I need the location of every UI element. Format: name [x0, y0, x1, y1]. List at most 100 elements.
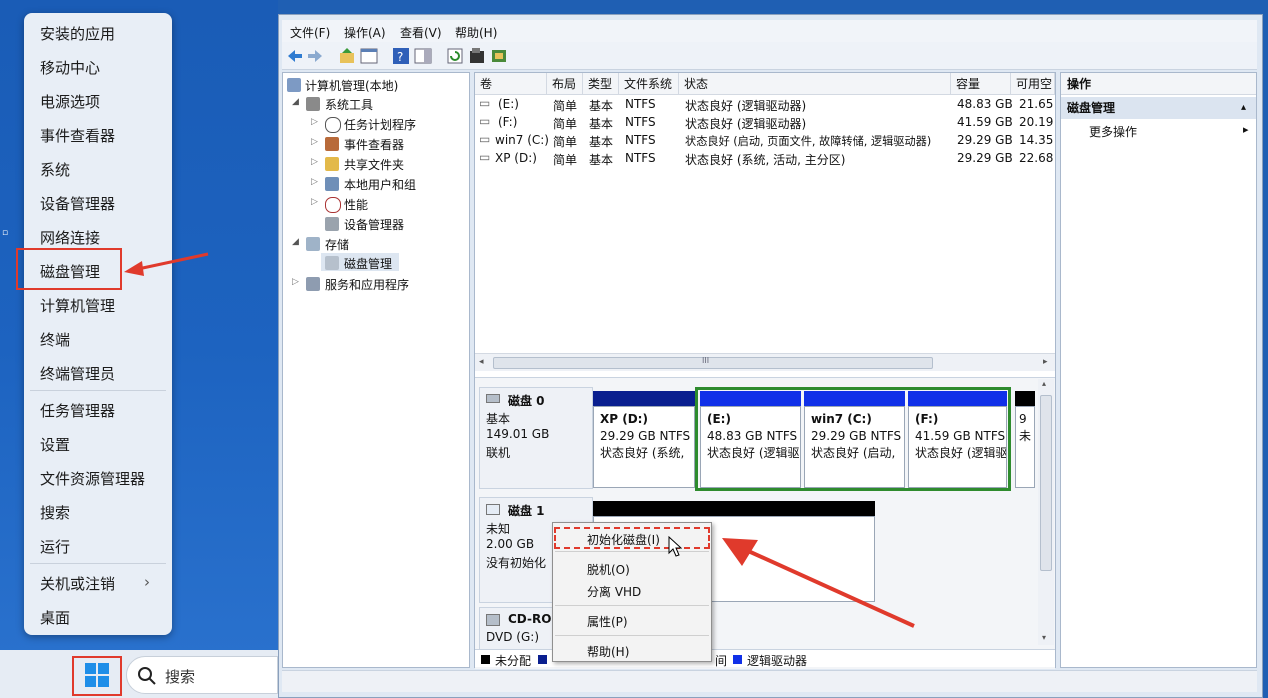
context-item-help[interactable]: 帮助(H)	[587, 643, 629, 660]
logical-partition-bar	[908, 391, 1007, 406]
cell-layout: 简单	[553, 153, 578, 167]
action-more-actions[interactable]: 更多操作	[1089, 123, 1137, 140]
tree-node-disk-management[interactable]: 磁盘管理	[344, 255, 392, 272]
scroll-right-icon[interactable]: ▸	[1043, 357, 1048, 367]
tree-node-device-manager[interactable]: 设备管理器	[344, 216, 404, 233]
disk0-info[interactable]: 磁盘 0 基本 149.01 GB 联机	[479, 387, 593, 489]
start-button[interactable]	[72, 656, 122, 696]
menu-item-run[interactable]: 运行	[40, 536, 70, 557]
column-header-layout[interactable]: 布局	[547, 73, 583, 95]
back-arrow-icon[interactable]	[286, 47, 304, 65]
collapse-arrow-icon[interactable]: ▷	[311, 137, 318, 147]
disk0-size: 149.01 GB	[486, 427, 550, 441]
collapse-arrow-icon[interactable]: ▷	[311, 117, 318, 127]
column-header-volume[interactable]: 卷	[475, 73, 547, 95]
actions-section-disk-management[interactable]: 磁盘管理 ▴	[1061, 97, 1256, 119]
context-item-offline[interactable]: 脱机(O)	[587, 561, 630, 578]
menu-help[interactable]: 帮助(H)	[455, 24, 497, 41]
menu-view[interactable]: 查看(V)	[400, 24, 442, 41]
partition-truncated[interactable]: 9 未	[1015, 406, 1035, 488]
context-item-properties[interactable]: 属性(P)	[587, 613, 628, 630]
disk1-size: 2.00 GB	[486, 537, 535, 551]
column-header-filesystem[interactable]: 文件系统	[619, 73, 679, 95]
tree-node-event-viewer[interactable]: 事件查看器	[344, 136, 404, 153]
expand-arrow-icon[interactable]: ◢	[292, 97, 299, 107]
menu-file[interactable]: 文件(F)	[290, 24, 330, 41]
tree-node-services-apps[interactable]: 服务和应用程序	[325, 276, 409, 293]
cell-status: 状态良好 (启动, 页面文件, 故障转储, 逻辑驱动器)	[685, 135, 932, 148]
expand-arrow-icon[interactable]: ◢	[292, 237, 299, 247]
navigation-tree: 计算机管理(本地) ◢ 系统工具 ▷ 任务计划程序 ▷ 事件查看器 ▷ 共享文件…	[282, 72, 470, 668]
partition-status: 状态良好 (逻辑驱	[915, 446, 1007, 460]
collapse-arrow-icon[interactable]: ▷	[292, 277, 299, 287]
menu-item-device-manager[interactable]: 设备管理器	[40, 193, 115, 214]
partition-e[interactable]: (E:) 48.83 GB NTFS 状态良好 (逻辑驱	[700, 406, 801, 488]
menu-item-terminal-admin[interactable]: 终端管理员	[40, 363, 115, 384]
clock-icon	[325, 117, 341, 133]
horizontal-scrollbar[interactable]: ◂ III ▸	[475, 353, 1055, 371]
taskbar-search-box[interactable]: 搜索	[126, 656, 278, 694]
menu-item-installed-apps[interactable]: 安装的应用	[40, 23, 115, 44]
up-folder-icon[interactable]	[338, 47, 356, 65]
partition-size: 41.59 GB NTFS	[915, 429, 1006, 443]
tree-node-local-users[interactable]: 本地用户和组	[344, 176, 416, 193]
disk-settings-icon[interactable]	[490, 47, 508, 65]
menu-item-file-explorer[interactable]: 文件资源管理器	[40, 468, 145, 489]
collapse-arrow-icon[interactable]: ▷	[311, 157, 318, 167]
mouse-cursor-icon	[668, 536, 682, 557]
menu-item-computer-management[interactable]: 计算机管理	[40, 295, 115, 316]
tree-node-performance[interactable]: 性能	[344, 196, 368, 213]
menu-item-event-viewer[interactable]: 事件查看器	[40, 125, 115, 146]
scroll-up-icon[interactable]: ▴	[1042, 379, 1046, 388]
menu-item-mobility-center[interactable]: 移动中心	[40, 57, 100, 78]
cell-free: 14.35	[1019, 133, 1054, 147]
partition-size: 29.29 GB NTFS	[811, 429, 902, 443]
cell-capacity: 48.83 GB	[957, 97, 1013, 111]
menu-item-desktop[interactable]: 桌面	[40, 607, 70, 628]
partition-status: 未	[1019, 429, 1032, 443]
menu-item-settings[interactable]: 设置	[40, 434, 70, 455]
vertical-scrollbar[interactable]: ▴ ▾	[1038, 379, 1054, 645]
column-header-status[interactable]: 状态	[679, 73, 951, 95]
scrollbar-thumb[interactable]: III	[493, 356, 933, 369]
column-header-capacity[interactable]: 容量	[951, 73, 1011, 95]
search-placeholder: 搜索	[165, 668, 196, 686]
tree-node-task-scheduler[interactable]: 任务计划程序	[344, 116, 416, 133]
partition-title: win7 (C:)	[811, 412, 872, 426]
disk0-status: 联机	[486, 446, 511, 460]
scroll-down-icon[interactable]: ▾	[1042, 633, 1046, 642]
partition-win7-c[interactable]: win7 (C:) 29.29 GB NTFS 状态良好 (启动,	[804, 406, 905, 488]
menu-action[interactable]: 操作(A)	[344, 24, 386, 41]
menu-item-terminal[interactable]: 终端	[40, 329, 70, 350]
volume-icon: ▭	[479, 150, 491, 164]
partition-f[interactable]: (F:) 41.59 GB NTFS 状态良好 (逻辑驱	[908, 406, 1007, 488]
menu-item-shutdown[interactable]: 关机或注销	[40, 573, 115, 594]
tree-node-shared-folders[interactable]: 共享文件夹	[344, 156, 404, 173]
vscrollbar-thumb[interactable]	[1040, 395, 1052, 571]
disk1-name: 磁盘 1	[508, 504, 545, 518]
menu-item-task-manager[interactable]: 任务管理器	[40, 400, 115, 421]
refresh-icon[interactable]	[446, 47, 464, 65]
properties-icon[interactable]	[468, 47, 486, 65]
scroll-left-icon[interactable]: ◂	[479, 357, 484, 367]
column-header-type[interactable]: 类型	[583, 73, 619, 95]
menu-item-power-options[interactable]: 电源选项	[40, 91, 100, 112]
menu-item-system[interactable]: 系统	[40, 159, 70, 180]
collapse-arrow-icon[interactable]: ▷	[311, 177, 318, 187]
show-hide-action-pane-icon[interactable]	[414, 47, 432, 65]
partition-xp-d[interactable]: XP (D:) 29.29 GB NTFS 状态良好 (系统,	[593, 406, 695, 488]
column-header-free[interactable]: 可用空	[1011, 73, 1055, 95]
show-hide-tree-icon[interactable]	[360, 47, 378, 65]
tree-node-storage[interactable]: 存储	[325, 236, 349, 253]
collapse-arrow-icon[interactable]: ▷	[311, 197, 318, 207]
forward-arrow-icon[interactable]	[306, 47, 324, 65]
menu-separator	[30, 563, 166, 564]
help-icon[interactable]: ?	[392, 47, 410, 65]
tree-node-computer-management[interactable]: 计算机管理(本地)	[305, 77, 398, 94]
tree-node-system-tools[interactable]: 系统工具	[325, 96, 373, 113]
collapse-up-icon[interactable]: ▴	[1241, 97, 1246, 119]
menu-item-network-connections[interactable]: 网络连接	[40, 227, 100, 248]
context-item-detach-vhd[interactable]: 分离 VHD	[587, 583, 641, 600]
partition-size: 9	[1019, 412, 1027, 426]
menu-item-search[interactable]: 搜索	[40, 502, 70, 523]
